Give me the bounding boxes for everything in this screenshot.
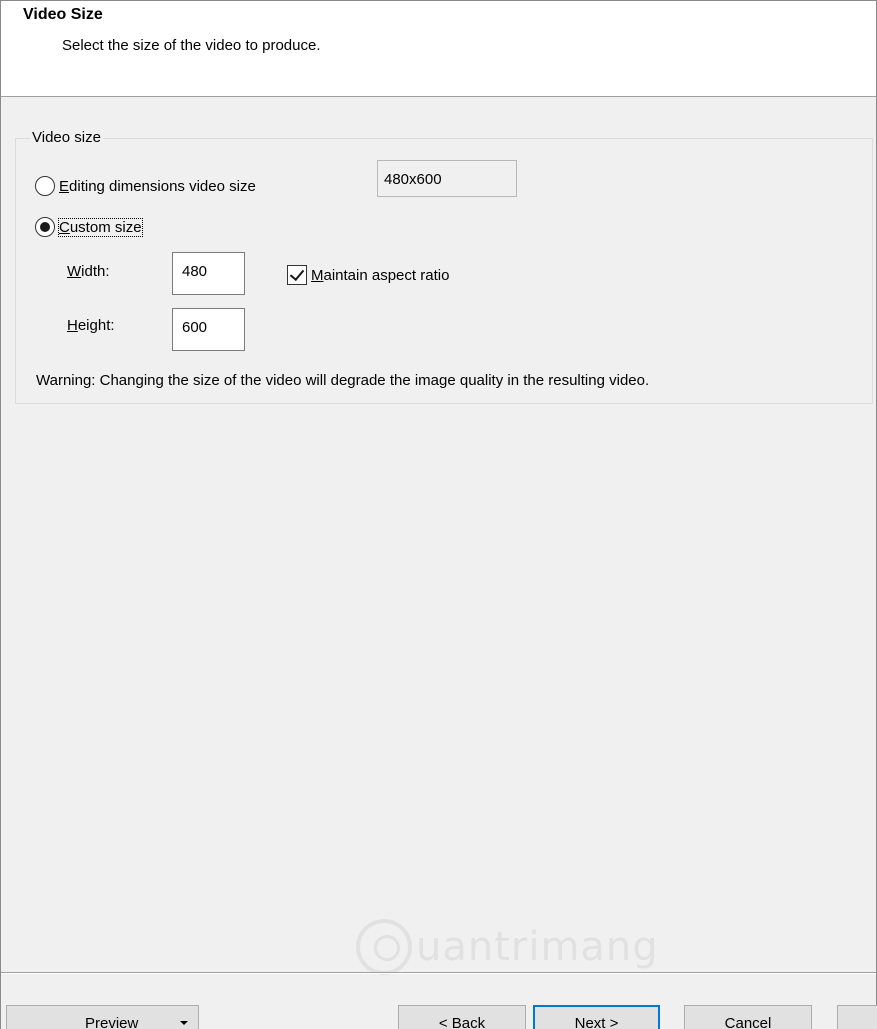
watermark-text: uantrimang xyxy=(416,924,659,970)
preview-button-label[interactable]: Preview xyxy=(85,1015,138,1029)
watermark-logo-icon xyxy=(356,919,412,975)
footer-divider-highlight xyxy=(1,973,876,974)
editing-dimensions-value: 480x600 xyxy=(377,160,517,197)
radio-custom-size-label[interactable]: Custom size xyxy=(58,217,143,237)
height-label: Height: xyxy=(67,317,115,334)
wizard-content: Video size Editing dimensions video size… xyxy=(1,97,876,972)
help-button-partial[interactable] xyxy=(837,1005,877,1029)
preview-dropdown-arrow-icon[interactable] xyxy=(180,1021,188,1025)
maintain-aspect-ratio-label[interactable]: Maintain aspect ratio xyxy=(311,267,449,284)
preview-split-button[interactable]: Preview xyxy=(6,1005,199,1029)
width-label: Width: xyxy=(67,263,110,280)
page-title: Video Size xyxy=(23,6,103,23)
size-warning-text: Warning: Changing the size of the video … xyxy=(36,372,650,389)
next-button[interactable]: Next > xyxy=(533,1005,660,1029)
watermark: uantrimang xyxy=(356,919,659,975)
radio-editing-dimensions-label[interactable]: Editing dimensions video size xyxy=(59,178,256,195)
height-input[interactable]: 600 xyxy=(172,308,245,351)
radio-custom-size-circle[interactable] xyxy=(35,217,55,237)
maintain-aspect-ratio-box[interactable] xyxy=(287,265,307,285)
maintain-aspect-ratio-checkbox[interactable]: Maintain aspect ratio xyxy=(287,265,449,285)
radio-custom-size[interactable]: Custom size xyxy=(35,217,143,237)
cancel-button-label[interactable]: Cancel xyxy=(725,1015,772,1029)
width-input[interactable]: 480 xyxy=(172,252,245,295)
back-button[interactable]: < Back xyxy=(398,1005,526,1029)
page-subtitle: Select the size of the video to produce. xyxy=(62,37,321,54)
video-size-wizard: Video Size Select the size of the video … xyxy=(0,0,877,1029)
video-size-group-legend: Video size xyxy=(30,129,103,146)
next-button-label[interactable]: Next > xyxy=(575,1015,619,1029)
cancel-button[interactable]: Cancel xyxy=(684,1005,812,1029)
back-button-label[interactable]: < Back xyxy=(439,1015,485,1029)
radio-editing-dimensions-circle[interactable] xyxy=(35,176,55,196)
radio-editing-dimensions[interactable]: Editing dimensions video size xyxy=(35,176,256,196)
wizard-header: Video Size Select the size of the video … xyxy=(1,1,876,97)
